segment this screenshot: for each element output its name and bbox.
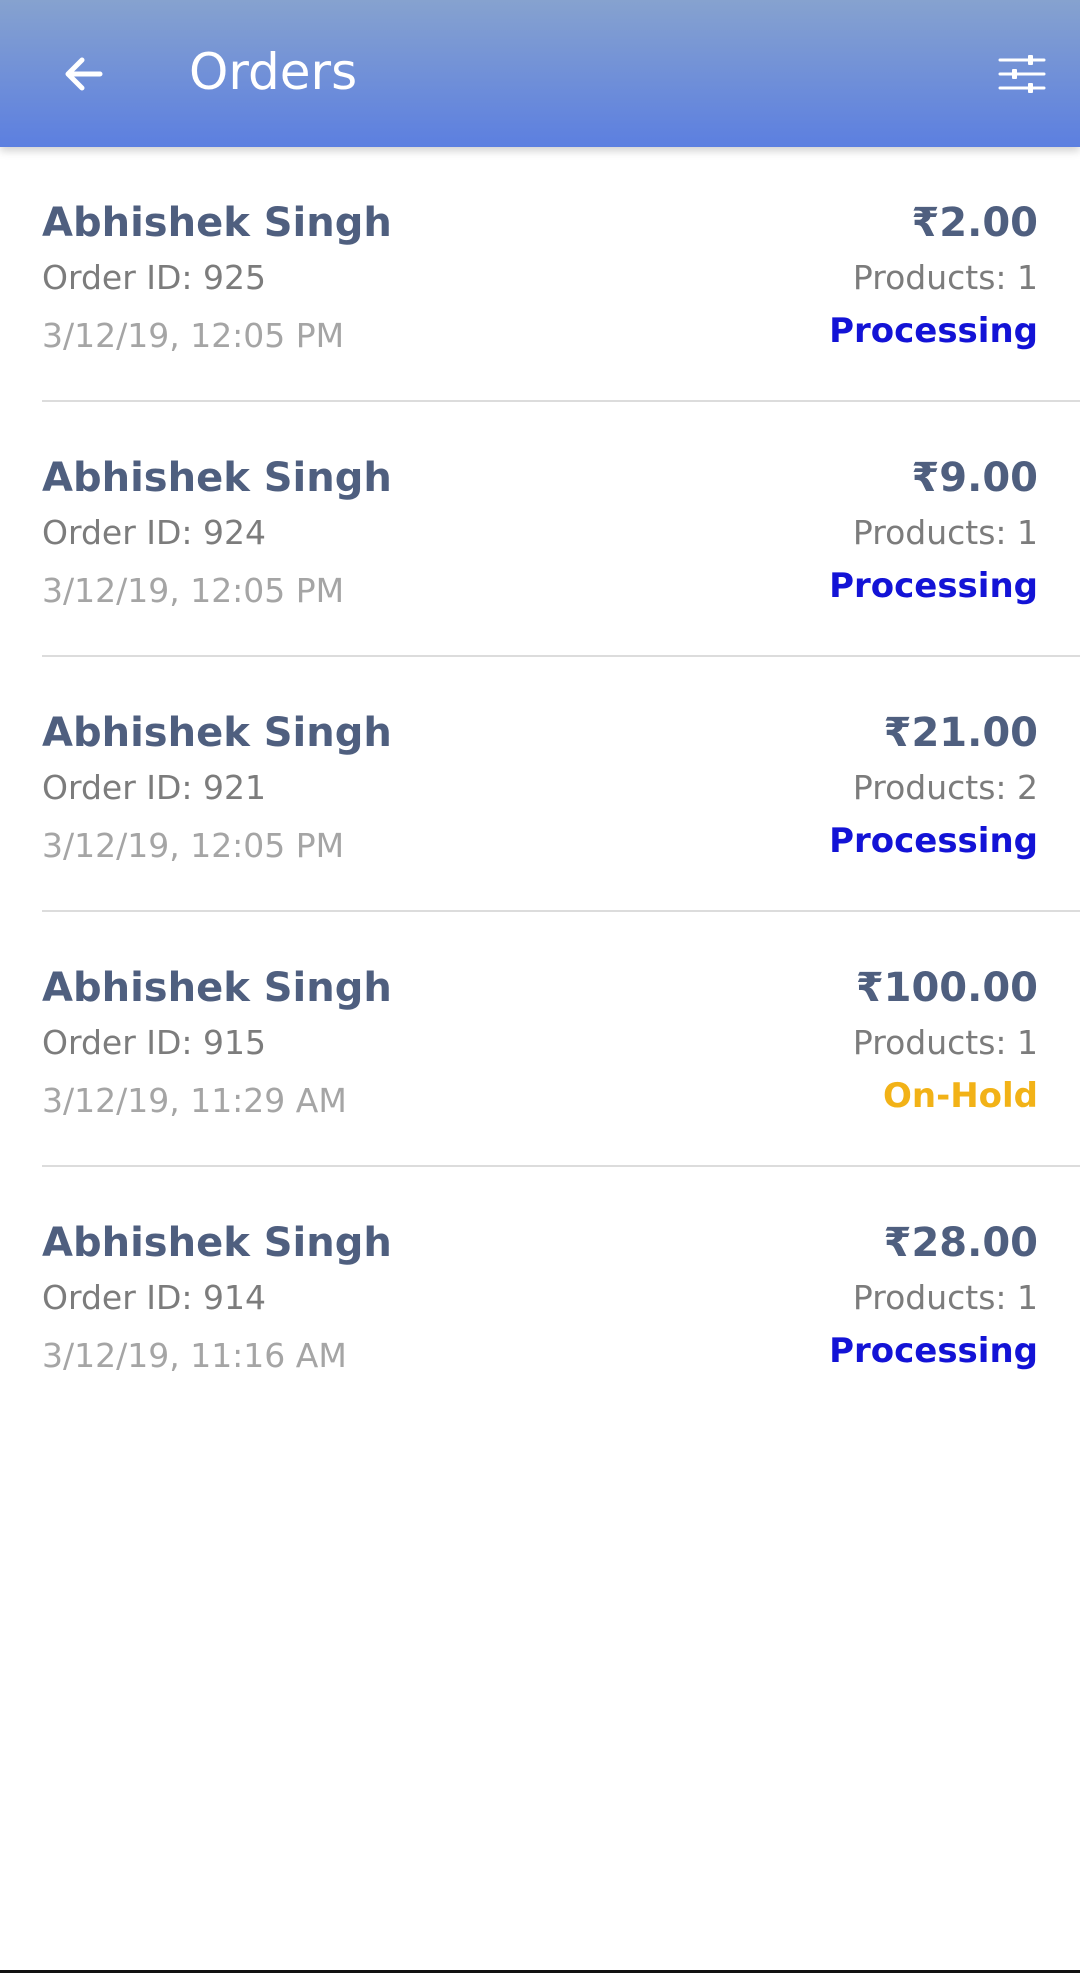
order-date: 3/12/19, 12:05 PM [42,571,345,610]
order-row[interactable]: Abhishek Singh Order ID: 924 3/12/19, 12… [42,402,1080,657]
order-id: Order ID: 921 [42,768,267,807]
customer-name: Abhishek Singh [42,965,392,1011]
order-id: Order ID: 914 [42,1278,267,1317]
order-total: ₹21.00 [883,710,1038,756]
customer-name: Abhishek Singh [42,710,392,756]
product-count: Products: 1 [852,1023,1038,1062]
order-row[interactable]: Abhishek Singh Order ID: 914 3/12/19, 11… [42,1167,1080,1422]
page-title: Orders [189,43,358,101]
order-id: Order ID: 915 [42,1023,267,1062]
back-button[interactable] [40,30,128,118]
status-badge: On-Hold [882,1076,1038,1116]
order-date: 3/12/19, 11:29 AM [42,1081,347,1120]
order-date: 3/12/19, 12:05 PM [42,826,345,865]
order-total: ₹100.00 [855,965,1038,1011]
product-count: Products: 2 [852,768,1038,807]
order-id: Order ID: 924 [42,513,267,552]
order-list: Abhishek Singh Order ID: 925 3/12/19, 12… [0,147,1080,1422]
order-date: 3/12/19, 11:16 AM [42,1336,347,1375]
customer-name: Abhishek Singh [42,1220,392,1266]
order-date: 3/12/19, 12:05 PM [42,316,345,355]
order-total: ₹2.00 [911,200,1038,246]
order-id: Order ID: 925 [42,258,267,297]
order-row[interactable]: Abhishek Singh Order ID: 915 3/12/19, 11… [42,912,1080,1167]
app-bar: Orders [0,0,1080,147]
arrow-left-icon [65,57,103,91]
status-badge: Processing [829,566,1038,606]
product-count: Products: 1 [852,513,1038,552]
orders-screen: Orders Abhishek Singh Order ID: 925 3/12… [0,0,1080,1973]
order-total: ₹28.00 [883,1220,1038,1266]
status-badge: Processing [829,1331,1038,1371]
order-row[interactable]: Abhishek Singh Order ID: 925 3/12/19, 12… [42,147,1080,402]
product-count: Products: 1 [852,1278,1038,1317]
status-badge: Processing [829,311,1038,351]
order-row[interactable]: Abhishek Singh Order ID: 921 3/12/19, 12… [42,657,1080,912]
sliders-icon [998,55,1046,93]
filter-button[interactable] [978,30,1066,118]
customer-name: Abhishek Singh [42,455,392,501]
order-total: ₹9.00 [911,455,1038,501]
status-badge: Processing [829,821,1038,861]
product-count: Products: 1 [852,258,1038,297]
customer-name: Abhishek Singh [42,200,392,246]
